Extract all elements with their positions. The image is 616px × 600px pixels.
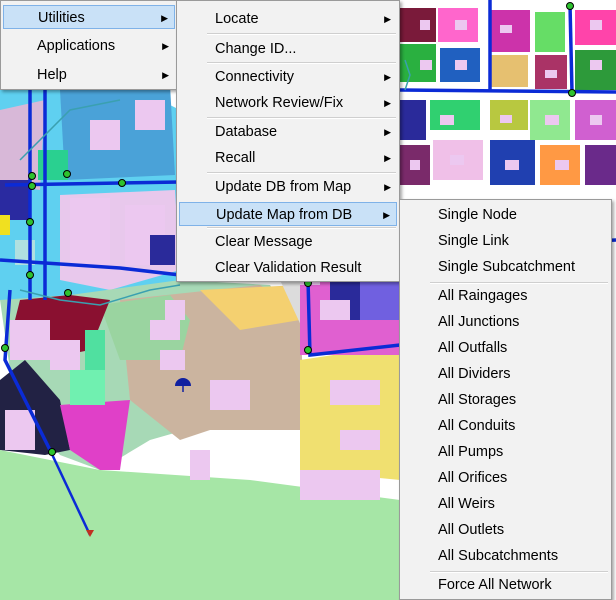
menu-item-all-outfalls[interactable]: All Outfalls (402, 336, 609, 360)
menu-item-label: All Junctions (438, 314, 520, 330)
menu-item-recall[interactable]: Recall ▶ (179, 146, 397, 170)
menu-item-label: All Raingages (438, 288, 528, 304)
subcatchment-polygon[interactable] (535, 12, 565, 52)
subcatchment-polygon[interactable] (400, 8, 436, 42)
menu-item-clear-validation-result[interactable]: Clear Validation Result (179, 256, 397, 280)
menu-separator (207, 62, 396, 64)
menu-item-label: All Dividers (438, 366, 511, 382)
menu-item-label: Clear Message (215, 234, 313, 250)
menu-item-label: Single Node (438, 207, 517, 223)
menu-item-label: Change ID... (215, 41, 297, 57)
menu-item-connectivity[interactable]: Connectivity ▶ (179, 65, 397, 89)
menu-item-update-db-from-map[interactable]: Update DB from Map ▶ (179, 175, 397, 199)
menu-item-label: All Subcatchments (438, 548, 559, 564)
menu-item-applications[interactable]: Applications ▶ (3, 34, 175, 58)
menu-item-label: Connectivity (215, 69, 294, 85)
subcatchment-polygon[interactable] (85, 330, 105, 370)
update-map-from-db-submenu: Single Node Single Link Single Subcatchm… (399, 199, 612, 600)
menu-item-change-id[interactable]: Change ID... (179, 37, 397, 61)
triangle-right-icon: ▶ (383, 210, 390, 220)
menu-item-all-pumps[interactable]: All Pumps (402, 440, 609, 464)
menu-item-label: Applications (37, 38, 116, 54)
menu-separator (207, 33, 396, 35)
menu-item-label: All Outfalls (438, 340, 508, 356)
menu-item-label: All Conduits (438, 418, 516, 434)
menu-separator (207, 117, 396, 119)
triangle-right-icon: ▶ (384, 127, 391, 137)
subcatchment-polygon[interactable] (360, 280, 400, 320)
subcatchment-polygon[interactable] (0, 215, 10, 235)
menu-item-force-all-network[interactable]: Force All Network (402, 573, 609, 597)
menu-item-clear-message[interactable]: Clear Message (179, 230, 397, 254)
menu-separator (207, 227, 396, 229)
menu-item-all-outlets[interactable]: All Outlets (402, 518, 609, 542)
menu-item-label: All Outlets (438, 522, 505, 538)
subcatchment-polygon[interactable] (585, 145, 616, 185)
triangle-right-icon: ▶ (384, 14, 391, 24)
menu-item-locate[interactable]: Locate ▶ (179, 7, 397, 31)
menu-item-label: Help (37, 67, 67, 83)
menu-item-label: Force All Network (438, 577, 552, 593)
menu-item-all-junctions[interactable]: All Junctions (402, 310, 609, 334)
menu-item-label: Single Subcatchment (438, 259, 576, 275)
menu-item-label: Single Link (438, 233, 509, 249)
menu-item-label: Database (215, 124, 278, 140)
menu-item-label: Update Map from DB (216, 207, 353, 223)
menu-item-single-link[interactable]: Single Link (402, 229, 609, 253)
subcatchment-polygon[interactable] (150, 235, 175, 265)
menu-item-database[interactable]: Database ▶ (179, 120, 397, 144)
subcatchment-polygon[interactable] (60, 400, 130, 470)
menu-separator (207, 172, 396, 174)
triangle-right-icon: ▶ (384, 182, 391, 192)
main-context-menu: Utilities ▶ Applications ▶ Help ▶ (0, 0, 178, 90)
triangle-right-icon: ▶ (162, 41, 169, 51)
menu-item-label: All Weirs (438, 496, 495, 512)
subcatchment-polygon[interactable] (70, 370, 105, 405)
subcatchment-polygon[interactable] (300, 345, 400, 480)
menu-item-label: All Storages (438, 392, 517, 408)
triangle-right-icon: ▶ (162, 70, 169, 80)
menu-item-label: Recall (215, 150, 256, 166)
triangle-right-icon: ▶ (384, 98, 391, 108)
subcatchment-polygon[interactable] (430, 100, 480, 130)
menu-item-single-subcatchment[interactable]: Single Subcatchment (402, 255, 609, 279)
menu-item-label: Update DB from Map (215, 179, 352, 195)
triangle-right-icon: ▶ (384, 153, 391, 163)
menu-item-label: Locate (215, 11, 259, 27)
utilities-submenu: Locate ▶ Change ID... Connectivity ▶ Net… (176, 0, 400, 282)
subcatchment-polygon[interactable] (490, 55, 528, 87)
subcatchment-polygon[interactable] (400, 100, 426, 140)
menu-item-utilities[interactable]: Utilities ▶ (3, 5, 175, 29)
triangle-right-icon: ▶ (384, 72, 391, 82)
menu-item-all-raingages[interactable]: All Raingages (402, 284, 609, 308)
menu-item-label: All Pumps (438, 444, 504, 460)
menu-item-all-subcatchments[interactable]: All Subcatchments (402, 544, 609, 568)
menu-item-single-node[interactable]: Single Node (402, 203, 609, 227)
menu-item-label: All Orifices (438, 470, 508, 486)
menu-item-label: Clear Validation Result (215, 260, 362, 276)
menu-item-all-dividers[interactable]: All Dividers (402, 362, 609, 386)
menu-item-label: Network Review/Fix (215, 95, 344, 111)
menu-item-all-conduits[interactable]: All Conduits (402, 414, 609, 438)
menu-item-help[interactable]: Help ▶ (3, 63, 175, 87)
menu-item-all-storages[interactable]: All Storages (402, 388, 609, 412)
menu-item-network-review-fix[interactable]: Network Review/Fix ▶ (179, 91, 397, 115)
menu-item-label: Utilities (38, 10, 85, 26)
triangle-right-icon: ▶ (161, 13, 168, 23)
menu-item-all-orifices[interactable]: All Orifices (402, 466, 609, 490)
menu-item-update-map-from-db[interactable]: Update Map from DB ▶ (179, 202, 397, 226)
menu-item-all-weirs[interactable]: All Weirs (402, 492, 609, 516)
